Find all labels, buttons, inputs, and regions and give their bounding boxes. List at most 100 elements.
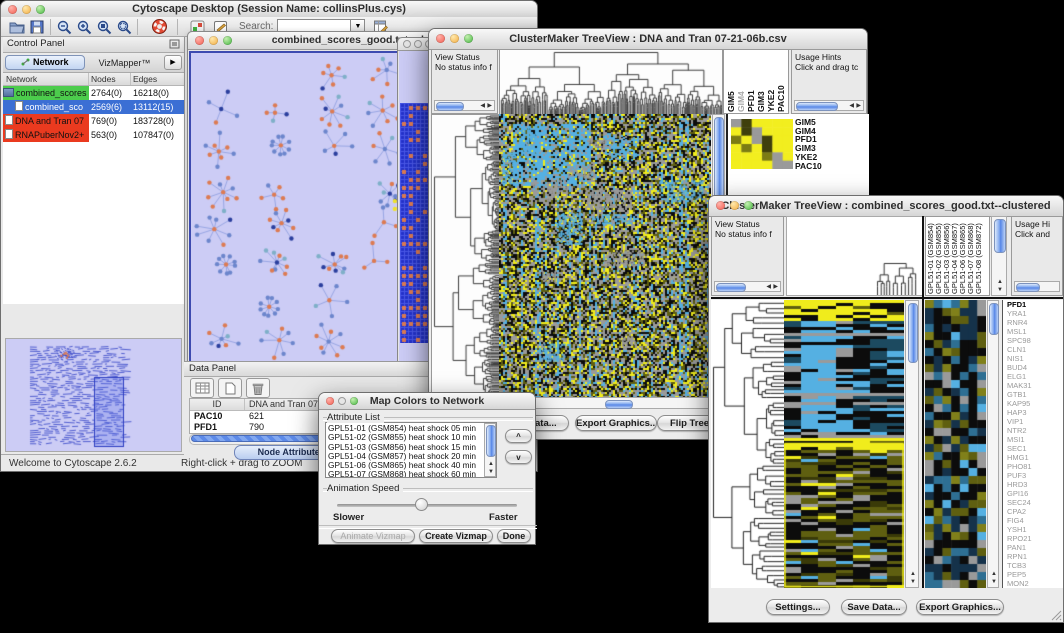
tv2-gene-label[interactable]: PEP5	[1007, 570, 1063, 579]
tv2-gene-label[interactable]: HAP3	[1007, 408, 1063, 417]
main-titlebar[interactable]: Cytoscape Desktop (Session Name: collins…	[1, 1, 537, 18]
tv2-gene-label[interactable]: PHO81	[1007, 462, 1063, 471]
close-button[interactable]	[195, 36, 204, 45]
scroll-up-icon[interactable]: ▲	[997, 279, 1003, 285]
tv2-settings-button[interactable]: Settings...	[766, 599, 830, 615]
network-table-row[interactable]: combined_scores 2764(0) 16218(0)	[3, 86, 184, 100]
save-session-icon[interactable]	[27, 18, 47, 36]
tv1-zoom-matrix[interactable]	[731, 119, 793, 169]
tv2-column-label[interactable]: GPL51-03 (GSM856)	[943, 218, 951, 294]
scroll-down-icon[interactable]: ▼	[910, 579, 916, 585]
close-button[interactable]	[716, 201, 725, 210]
tv2-gene-label[interactable]: MAK31	[1007, 381, 1063, 390]
tv1-heatmap[interactable]	[499, 114, 711, 397]
tv1-column-label[interactable]: PFD1	[746, 51, 756, 112]
tv2-column-label[interactable]: GPL51-08 (GSM872)	[975, 218, 983, 294]
tv2-gene-label[interactable]: YRA1	[1007, 309, 1063, 318]
dialog-titlebar[interactable]: Map Colors to Network	[319, 393, 535, 410]
scroll-up-icon[interactable]: ▲	[991, 571, 997, 577]
tv2-gene-label[interactable]: MON2	[1007, 579, 1063, 588]
tv2-gene-label[interactable]: HMG1	[1007, 453, 1063, 462]
new-attribute-icon[interactable]	[218, 378, 242, 398]
tv1-column-label[interactable]: GIM3	[756, 51, 766, 112]
scroll-up-icon[interactable]: ▲	[910, 571, 916, 577]
close-button[interactable]	[8, 5, 17, 14]
close-button[interactable]	[436, 34, 445, 43]
zoom-button[interactable]	[464, 34, 473, 43]
tv1-column-label[interactable]: YKE2	[766, 51, 776, 112]
tv2-column-label[interactable]: GPL51-06 (GSM865)	[959, 218, 967, 294]
animation-speed-slider-thumb[interactable]	[415, 498, 428, 511]
tv2-export-graphics-button[interactable]: Export Graphics...	[916, 599, 1004, 615]
treeview1-titlebar[interactable]: ClusterMaker TreeView : DNA and Tran 07-…	[429, 29, 867, 50]
minimize-button[interactable]	[209, 36, 218, 45]
tv2-status-hscrollbar[interactable]: ◀ ▶	[714, 281, 781, 292]
delete-attribute-icon[interactable]	[246, 378, 270, 398]
tv1-row-dendrogram[interactable]	[431, 114, 500, 399]
tv2-gene-label[interactable]: SEC24	[1007, 498, 1063, 507]
tv2-row-dendrogram[interactable]	[711, 300, 784, 588]
move-attribute-down-button[interactable]: v	[505, 450, 532, 464]
tv2-zoom-heatmap[interactable]	[925, 300, 986, 588]
tv2-column-label[interactable]: GPL51-04 (GSM857)	[951, 218, 959, 294]
tv2-gene-label[interactable]: MSI1	[1007, 435, 1063, 444]
network-table-row[interactable]: RNAPuberNov2+ 563(0) 107847(0)	[3, 128, 184, 142]
zoom-fit-icon[interactable]	[114, 18, 134, 36]
minimize-button[interactable]	[450, 34, 459, 43]
tv2-gene-label[interactable]: ELG1	[1007, 372, 1063, 381]
network-table-row[interactable]: combined_sco 2569(6) 13112(15)	[3, 100, 184, 114]
tv2-gene-label[interactable]: BUD4	[1007, 363, 1063, 372]
attribute-list-item[interactable]: GPL51-07 (GSM868) heat shock 60 min	[328, 470, 494, 478]
tv2-labels-vscrollbar[interactable]: ▲ ▼	[991, 216, 1007, 296]
zoom-button[interactable]	[223, 36, 232, 45]
minimize-button[interactable]	[730, 201, 739, 210]
tv1-gene-label[interactable]: PAC10	[795, 162, 822, 171]
tv2-gene-label[interactable]: YSH1	[1007, 525, 1063, 534]
tv2-gene-label[interactable]: RPN1	[1007, 552, 1063, 561]
resize-grip[interactable]	[1051, 610, 1062, 621]
tv2-gene-label[interactable]: TCB3	[1007, 561, 1063, 570]
scroll-right-icon[interactable]: ▶	[856, 103, 861, 109]
scroll-left-icon[interactable]: ◀	[480, 103, 485, 109]
tv2-gene-label[interactable]: SEC1	[1007, 444, 1063, 453]
close-button[interactable]	[403, 40, 411, 48]
open-session-icon[interactable]	[7, 18, 27, 36]
scroll-left-icon[interactable]: ◀	[849, 103, 854, 109]
tv2-column-label[interactable]: GPL51-02 (GSM855)	[935, 218, 943, 294]
tv2-gene-label[interactable]: FIG4	[1007, 516, 1063, 525]
tv2-gene-label[interactable]: SPC98	[1007, 336, 1063, 345]
minimize-button[interactable]	[22, 5, 31, 14]
network-table-row[interactable]: DNA and Tran 07 769(0) 183728(0)	[3, 114, 184, 128]
tv2-column-label[interactable]: GPL51-01 (GSM854)	[927, 218, 935, 294]
tv2-gene-label[interactable]: NTR2	[1007, 426, 1063, 435]
tv1-column-dendrogram[interactable]	[499, 49, 723, 115]
tv2-gene-label[interactable]: PAN1	[1007, 543, 1063, 552]
create-vizmap-button[interactable]: Create Vizmap	[419, 529, 493, 543]
birdseye-view[interactable]	[5, 338, 182, 452]
tv2-column-dendrogram[interactable]	[875, 261, 917, 295]
tv2-heatmap-vscrollbar[interactable]: ▲ ▼	[905, 300, 919, 588]
float-panel-icon[interactable]	[169, 39, 180, 49]
zoom-selected-icon[interactable]	[94, 18, 114, 36]
minimize-button[interactable]	[414, 40, 422, 48]
tv2-gene-label[interactable]: CLN1	[1007, 345, 1063, 354]
tv2-column-label[interactable]: GPL51-07 (GSM868)	[967, 218, 975, 294]
tv2-save-data-button[interactable]: Save Data...	[841, 599, 907, 615]
close-button[interactable]	[326, 397, 334, 405]
zoom-in-icon[interactable]	[74, 18, 94, 36]
tv2-gene-label[interactable]: CPA2	[1007, 507, 1063, 516]
attribute-listbox[interactable]: GPL51-01 (GSM854) heat shock 05 minGPL51…	[325, 422, 497, 478]
tv2-gene-label[interactable]: RPO21	[1007, 534, 1063, 543]
tv2-gene-label[interactable]: RNR4	[1007, 318, 1063, 327]
tv2-gene-label[interactable]: MSL1	[1007, 327, 1063, 336]
scroll-right-icon[interactable]: ▶	[773, 284, 778, 290]
zoom-button[interactable]	[350, 397, 358, 405]
move-attribute-up-button[interactable]: ^	[505, 429, 532, 443]
scroll-right-icon[interactable]: ▶	[487, 103, 492, 109]
done-button[interactable]: Done	[497, 529, 531, 543]
tv2-gene-label[interactable]: PFD1	[1007, 300, 1063, 309]
tv2-heatmap[interactable]	[784, 300, 904, 588]
scroll-up-icon[interactable]: ▲	[488, 461, 494, 467]
tv1-export-graphics-button[interactable]: Export Graphics...	[575, 415, 657, 431]
select-attributes-icon[interactable]	[190, 378, 214, 398]
